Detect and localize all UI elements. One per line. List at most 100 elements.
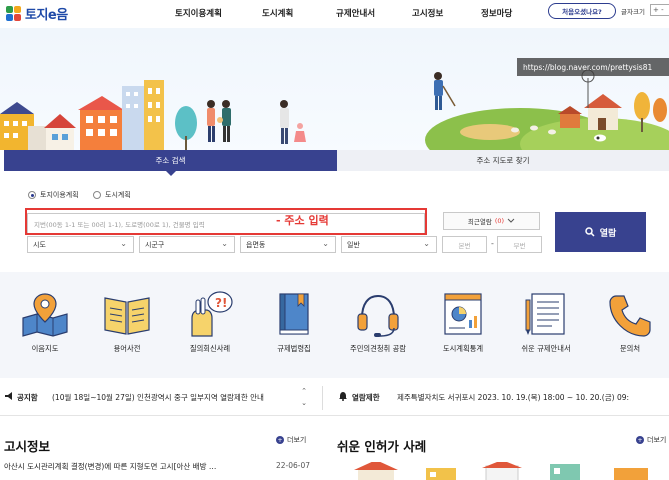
select-eupmyeondong[interactable]: 읍면동 ⌄ bbox=[240, 236, 336, 253]
service-qa-cases[interactable]: ?! 질의회신사례 bbox=[172, 290, 248, 370]
service-map[interactable]: 이음지도 bbox=[7, 290, 83, 370]
hero-illustration bbox=[0, 69, 669, 152]
select-sigungu-label: 시군구 bbox=[145, 240, 165, 249]
cases-more-button[interactable]: + 더보기 bbox=[636, 435, 666, 445]
number-separator: - bbox=[491, 239, 494, 248]
service-easy-guide[interactable]: 쉬운 규제안내서 bbox=[508, 290, 584, 370]
case-thumbnail[interactable] bbox=[550, 464, 580, 480]
case-thumbnail[interactable] bbox=[614, 468, 648, 480]
tab-map-search[interactable]: 주소 지도로 찾기 bbox=[337, 150, 669, 171]
gosi-list-date: 22-06-07 bbox=[276, 461, 311, 470]
address-input-highlight bbox=[25, 208, 427, 235]
chevron-down-icon: ⌄ bbox=[221, 239, 228, 248]
address-annotation: - 주소 입력 bbox=[276, 214, 329, 227]
select-eupmyeondong-label: 읍면동 bbox=[246, 240, 266, 249]
open-button-label: 열람 bbox=[599, 228, 617, 239]
service-law-collection-label: 규제법령집 bbox=[277, 344, 311, 353]
hero-banner: https://blog.naver.com/prettysis81 bbox=[0, 28, 669, 152]
notice-text[interactable]: (10월 18일~10월 27일) 인천광역시 중구 일부지역 열람제한 안내 bbox=[52, 392, 264, 403]
cases-section-title: 쉬운 인허가 사례 bbox=[337, 439, 427, 454]
case-thumbnail[interactable] bbox=[426, 468, 456, 480]
top-header: 토지e음 토지이용계획 도시계획 규제안내서 고시정보 정보마당 처음오셨나요?… bbox=[0, 0, 669, 28]
gosi-more-button[interactable]: + 더보기 bbox=[276, 435, 306, 445]
notice-arrows: ⌃ ⌄ bbox=[299, 385, 309, 409]
map-pin-icon bbox=[22, 293, 68, 337]
gosi-section-title: 고시정보 bbox=[4, 439, 51, 454]
plus-icon: + bbox=[276, 436, 284, 444]
service-contact-label: 문의처 bbox=[619, 344, 641, 353]
quick-services: 이음지도 용어사전 ?! 질의회신사례 규제법령집 주민의견청취 공람 도시계획… bbox=[0, 272, 669, 378]
service-easy-guide-label: 쉬운 규제안내서 bbox=[521, 344, 571, 353]
open-button[interactable]: 열람 bbox=[555, 212, 646, 252]
radio-urban-plan[interactable]: 도시계획 bbox=[93, 190, 131, 200]
headset-icon bbox=[357, 294, 399, 337]
sub-number-input[interactable]: 부번 bbox=[497, 236, 542, 253]
bottom-sections: 고시정보 + 더보기 아산시 도시관리계획 결정(변경)에 따른 지형도면 고시… bbox=[0, 420, 669, 480]
service-map-label: 이음지도 bbox=[31, 344, 59, 353]
select-sigungu[interactable]: 시군구 ⌄ bbox=[139, 236, 235, 253]
notice-bar: 공지함 (10월 18일~10월 27일) 인천광역시 중구 일부지역 열람제한… bbox=[0, 380, 669, 416]
document-icon bbox=[525, 293, 565, 335]
recent-label: 최근열람 bbox=[467, 218, 492, 226]
main-number-input[interactable]: 본번 bbox=[442, 236, 487, 253]
chevron-down-icon: ⌄ bbox=[322, 239, 329, 248]
tab-address-search[interactable]: 주소 검색 bbox=[4, 150, 337, 171]
chevron-down-icon bbox=[507, 218, 515, 223]
active-tab-arrow bbox=[166, 171, 176, 176]
select-land-type[interactable]: 일반 ⌄ bbox=[341, 236, 437, 253]
case-thumbnails bbox=[354, 462, 648, 480]
select-sido-label: 시도 bbox=[33, 240, 46, 249]
chevron-down-icon: ⌄ bbox=[120, 239, 127, 248]
service-glossary[interactable]: 용어사전 bbox=[89, 290, 165, 370]
chevron-down-icon: ⌄ bbox=[423, 239, 430, 248]
gosi-more-label: 더보기 bbox=[287, 436, 307, 444]
restriction-title: 열람제한 bbox=[352, 393, 380, 402]
font-size-label: 글자크기 bbox=[621, 8, 645, 16]
recent-view-dropdown[interactable]: 최근열람 (0) bbox=[443, 212, 540, 230]
restriction-text[interactable]: 제주특별자치도 서귀포시 2023. 10. 19.(목) 18:00 ~ 10… bbox=[397, 392, 629, 403]
radio-land-use-label: 토지이용계획 bbox=[40, 191, 79, 199]
statistics-icon bbox=[444, 293, 482, 335]
nav-item-notice-info[interactable]: 고시정보 bbox=[412, 7, 443, 19]
search-icon bbox=[584, 227, 595, 237]
service-public-hearing[interactable]: 주민의견청취 공람 bbox=[340, 290, 416, 370]
gosi-list-item[interactable]: 아산시 도시관리계획 결정(변경)에 따른 지형도면 고시[아산 배방 … bbox=[4, 461, 270, 472]
service-glossary-label: 용어사전 bbox=[113, 344, 141, 353]
service-statistics-label: 도시계획통계 bbox=[442, 344, 484, 353]
nav-item-land-use[interactable]: 토지이용계획 bbox=[175, 7, 222, 19]
radio-unchecked-icon bbox=[93, 191, 101, 199]
alarm-icon bbox=[339, 392, 347, 401]
service-statistics[interactable]: 도시계획통계 bbox=[425, 290, 501, 370]
first-visit-button[interactable]: 처음오셨나요? bbox=[548, 3, 616, 19]
notice-divider bbox=[322, 386, 323, 410]
plus-icon: + bbox=[636, 436, 644, 444]
phone-icon bbox=[609, 295, 651, 337]
select-land-type-label: 일반 bbox=[347, 240, 360, 249]
recent-count: (0) bbox=[494, 217, 505, 225]
nav-item-regulation[interactable]: 규제안내서 bbox=[336, 7, 375, 19]
service-public-hearing-label: 주민의견청취 공람 bbox=[349, 344, 407, 353]
question-person-icon: ?! bbox=[191, 291, 233, 337]
service-qa-cases-label: 질의회신사례 bbox=[189, 344, 231, 353]
megaphone-icon bbox=[5, 392, 12, 400]
radio-checked-icon bbox=[28, 191, 36, 199]
radio-urban-plan-label: 도시계획 bbox=[105, 191, 131, 199]
address-search-panel: 주소 검색 주소 지도로 찾기 토지이용계획 도시계획 지번(00동 1-1 또… bbox=[0, 150, 669, 270]
nav-item-info-center[interactable]: 정보마당 bbox=[481, 7, 512, 19]
service-contact[interactable]: 문의처 bbox=[592, 290, 668, 370]
cases-more-label: 더보기 bbox=[647, 436, 667, 444]
font-size-control[interactable]: + - bbox=[650, 4, 669, 16]
service-law-collection[interactable]: 규제법령집 bbox=[256, 290, 332, 370]
radio-land-use[interactable]: 토지이용계획 bbox=[28, 190, 79, 200]
svg-text:?!: ?! bbox=[215, 296, 227, 310]
case-thumbnail[interactable] bbox=[354, 462, 398, 480]
select-sido[interactable]: 시도 ⌄ bbox=[27, 236, 134, 253]
notice-title: 공지함 bbox=[17, 393, 38, 402]
book-icon bbox=[104, 297, 150, 335]
nav-item-urban-plan[interactable]: 도시계획 bbox=[262, 7, 293, 19]
chevron-up-icon[interactable]: ⌃ bbox=[299, 385, 309, 397]
chevron-down-icon[interactable]: ⌄ bbox=[299, 397, 309, 409]
watermark-url: https://blog.naver.com/prettysis81 bbox=[517, 58, 669, 76]
law-book-icon bbox=[279, 293, 309, 335]
case-thumbnail[interactable] bbox=[482, 462, 522, 480]
